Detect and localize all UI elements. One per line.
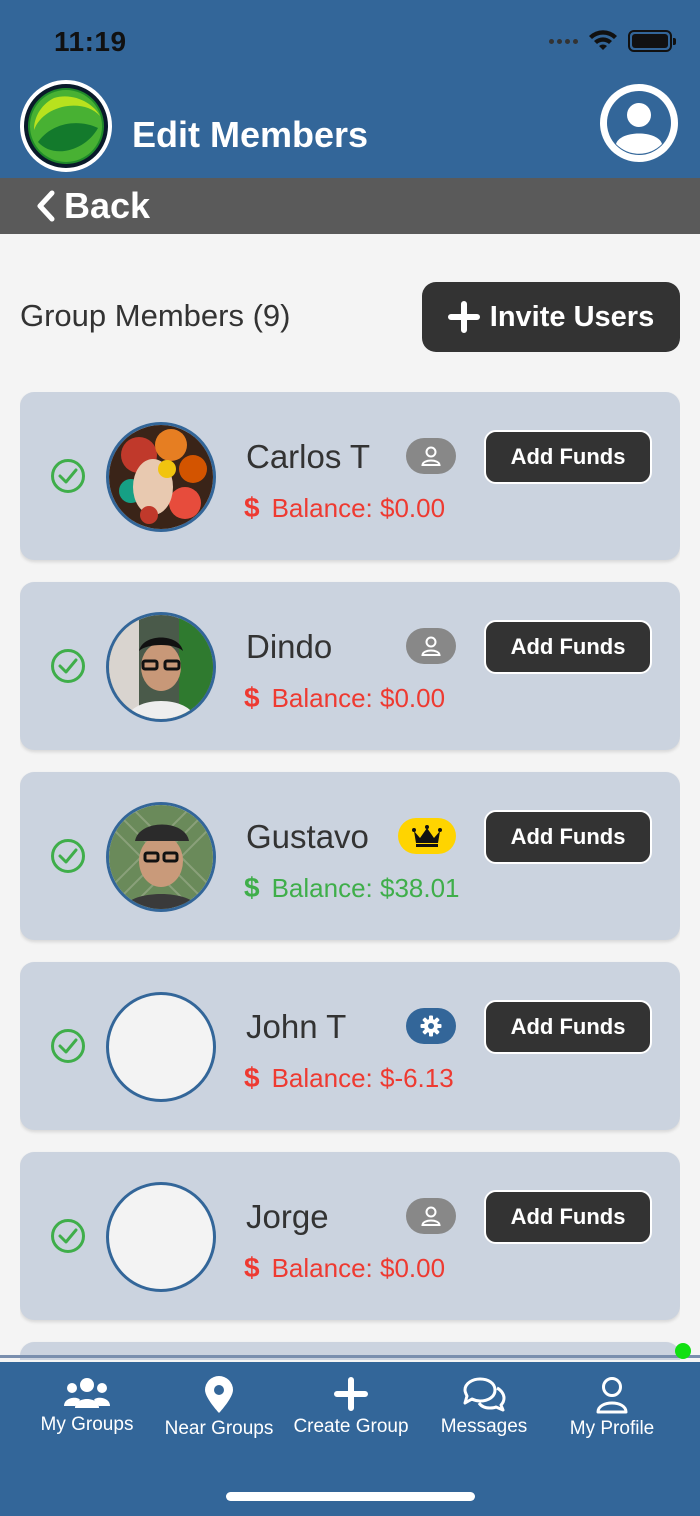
online-indicator	[675, 1343, 691, 1359]
member-card[interactable]: Dindo Add Funds $ Balance: $0.00	[20, 582, 680, 750]
crown-icon	[412, 825, 442, 847]
balance-row: $ Balance: $0.00	[244, 1252, 445, 1284]
check-circle-icon[interactable]	[50, 1218, 86, 1254]
balance-row: $ Balance: $38.01	[244, 872, 460, 904]
member-role-badge	[406, 628, 456, 664]
home-indicator	[226, 1492, 475, 1501]
app-header: 11:19 Edit Members	[0, 0, 700, 178]
dollar-icon: $	[244, 1062, 260, 1093]
add-funds-button[interactable]: Add Funds	[484, 620, 652, 674]
member-card[interactable]: John T Add Funds $ Balance: $-6.13	[20, 962, 680, 1130]
invite-users-label: Invite Users	[489, 300, 655, 333]
member-card[interactable]: Gustavo Add Funds $ Balance: $38.01	[20, 772, 680, 940]
user-icon	[421, 636, 441, 656]
chat-icon	[463, 1377, 506, 1412]
profile-button[interactable]	[600, 84, 678, 162]
add-funds-button[interactable]: Add Funds	[484, 1000, 652, 1054]
tab-label: Messages	[440, 1416, 528, 1437]
dollar-icon: $	[244, 682, 260, 713]
invite-users-button[interactable]: Invite Users	[422, 282, 680, 352]
users-icon	[64, 1378, 110, 1408]
dollar-icon: $	[244, 492, 260, 523]
member-name: Dindo	[246, 628, 333, 665]
member-name: Carlos T	[246, 438, 371, 475]
tab-label: My Profile	[569, 1418, 655, 1439]
member-card[interactable]: Carlos T Add Funds $ Balance: $0.00	[20, 392, 680, 560]
user-icon	[596, 1377, 628, 1414]
tab-label: My Groups	[40, 1414, 134, 1435]
gear-icon	[420, 1015, 442, 1037]
check-circle-icon[interactable]	[50, 648, 86, 684]
page-title: Edit Members	[132, 114, 369, 155]
tab-near-groups[interactable]: Near Groups	[162, 1376, 276, 1440]
balance-text: Balance: $0.00	[271, 492, 446, 523]
plus-icon	[334, 1377, 368, 1411]
user-avatar-icon	[607, 91, 671, 155]
balance-row: $ Balance: $-6.13	[244, 1062, 454, 1094]
add-funds-button[interactable]: Add Funds	[484, 810, 652, 864]
member-list[interactable]: Carlos T Add Funds $ Balance: $0.00 Dind…	[20, 392, 680, 1360]
member-role-badge	[398, 818, 456, 854]
member-role-badge	[406, 1198, 456, 1234]
tab-label: Near Groups	[164, 1418, 274, 1439]
wifi-icon	[589, 30, 617, 50]
balance-text: Balance: $0.00	[271, 1252, 446, 1283]
avatar	[106, 1182, 216, 1292]
member-name: Gustavo	[246, 818, 369, 855]
battery-icon	[628, 30, 676, 52]
member-card[interactable]: Jorge Add Funds $ Balance: $0.00	[20, 1152, 680, 1320]
list-divider	[0, 1355, 700, 1358]
chevron-left-icon	[37, 190, 55, 222]
tab-create-group[interactable]: Create Group	[290, 1376, 412, 1438]
balance-text: Balance: $-6.13	[271, 1062, 454, 1093]
cellular-signal-icon	[549, 38, 578, 44]
member-name: John T	[246, 1008, 347, 1045]
avatar	[106, 422, 216, 532]
balance-text: Balance: $0.00	[271, 682, 446, 713]
back-label: Back	[64, 185, 151, 226]
member-role-badge	[406, 438, 456, 474]
tab-my-groups[interactable]: My Groups	[38, 1376, 136, 1436]
dollar-icon: $	[244, 872, 260, 903]
balance-row: $ Balance: $0.00	[244, 492, 445, 524]
avatar	[106, 612, 216, 722]
back-button[interactable]: Back	[0, 178, 700, 234]
plus-icon	[447, 301, 480, 333]
check-circle-icon[interactable]	[50, 458, 86, 494]
member-role-badge	[406, 1008, 456, 1044]
user-icon	[421, 1206, 441, 1226]
map-pin-icon	[205, 1376, 233, 1413]
balance-text: Balance: $38.01	[271, 872, 460, 903]
balance-row: $ Balance: $0.00	[244, 682, 445, 714]
status-icons	[549, 30, 676, 52]
tab-label: Create Group	[293, 1416, 409, 1437]
app-logo	[20, 80, 112, 172]
member-name: Jorge	[246, 1198, 329, 1235]
tab-messages[interactable]: Messages	[438, 1376, 530, 1438]
add-funds-button[interactable]: Add Funds	[484, 1190, 652, 1244]
section-title: Group Members (9)	[20, 298, 291, 333]
check-circle-icon[interactable]	[50, 1028, 86, 1064]
add-funds-button[interactable]: Add Funds	[484, 430, 652, 484]
avatar	[106, 802, 216, 912]
status-time: 11:19	[54, 26, 127, 57]
dollar-icon: $	[244, 1252, 260, 1283]
tab-my-profile[interactable]: My Profile	[564, 1376, 660, 1440]
avatar	[106, 992, 216, 1102]
check-circle-icon[interactable]	[50, 838, 86, 874]
user-icon	[421, 446, 441, 466]
